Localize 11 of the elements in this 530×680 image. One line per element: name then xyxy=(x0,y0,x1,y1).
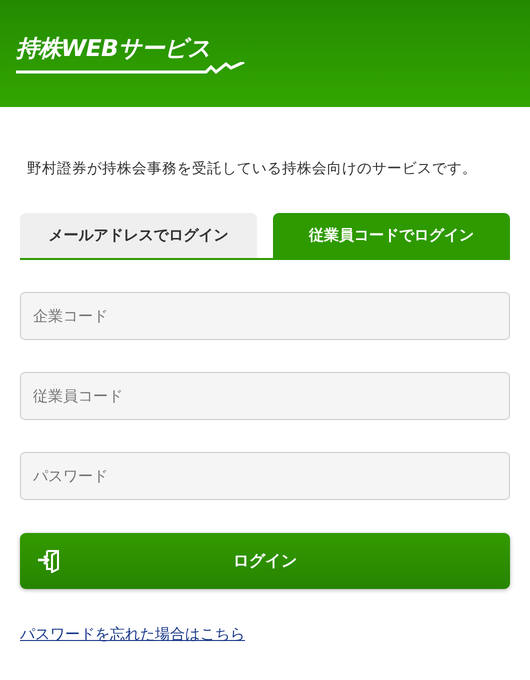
login-tab[interactable]: 従業員コードでログイン xyxy=(273,212,510,258)
input-field[interactable]: 従業員コード xyxy=(20,372,510,420)
logo-text: 持株WEBサービス xyxy=(16,36,212,62)
zigzag-underline-icon xyxy=(16,62,246,76)
intro-text: 野村證券が持株会事務を受託している持株会向けのサービスです。 xyxy=(26,160,478,179)
door-enter-icon xyxy=(37,548,59,573)
login-button[interactable]: ログイン xyxy=(20,532,510,589)
input-field[interactable]: パスワード xyxy=(20,452,510,500)
input-field[interactable]: 企業コード xyxy=(20,292,510,340)
login-tab[interactable]: メールアドレスでログイン xyxy=(20,212,257,258)
forgot-password-link[interactable]: パスワードを忘れた場合はこちら xyxy=(20,622,245,646)
